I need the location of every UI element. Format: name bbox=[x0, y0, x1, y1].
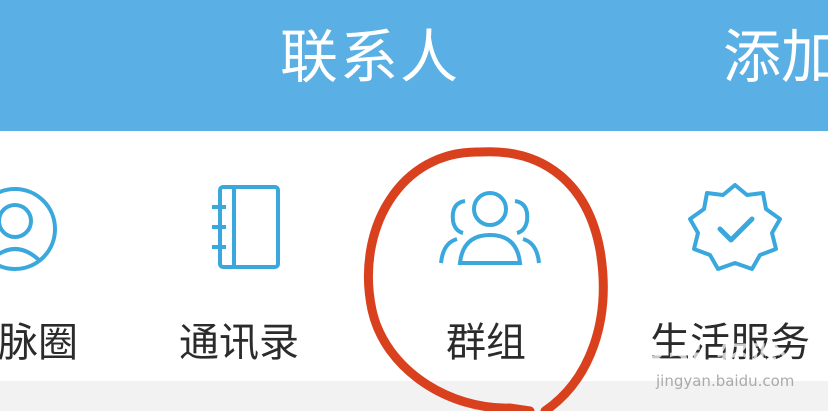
page-title: 联系人 bbox=[280, 23, 461, 91]
grid-item-label: 脉圈 bbox=[0, 320, 78, 366]
group-people-icon bbox=[435, 179, 545, 279]
verified-badge-icon bbox=[680, 179, 790, 279]
grid-item-groups[interactable]: 群组 bbox=[420, 131, 560, 381]
top-bar: 联系人 添加 bbox=[0, 0, 828, 131]
grid-item-label: 群组 bbox=[446, 320, 526, 366]
address-book-icon bbox=[190, 179, 300, 279]
watermark-url: jingyan.baidu.com bbox=[656, 372, 795, 390]
grid-item-label: 通讯录 bbox=[179, 320, 299, 366]
grid-item-contacts[interactable]: 通讯录 bbox=[175, 131, 315, 381]
add-button[interactable]: 添加 bbox=[723, 22, 828, 92]
circle-profile-icon bbox=[0, 179, 70, 279]
grid-item-circle[interactable]: 脉圈 bbox=[0, 131, 110, 381]
